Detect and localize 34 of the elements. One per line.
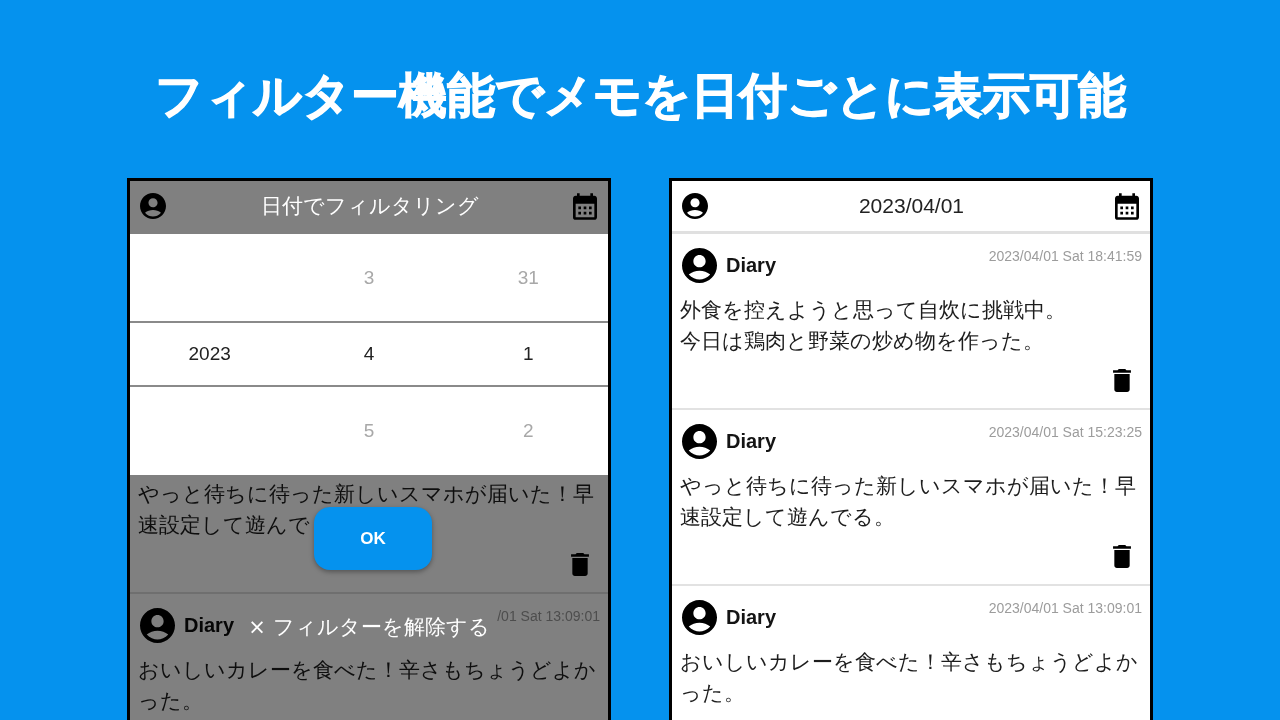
dialog-title: 日付でフィルタリング	[259, 193, 480, 219]
author-name: Diary	[726, 606, 777, 629]
memo-timestamp: 2023/04/01 Sat 13:09:01	[988, 600, 1142, 616]
avatar-icon	[682, 248, 717, 283]
picker-item[interactable]: 31	[517, 266, 539, 289]
author-name: Diary	[726, 254, 777, 277]
picker-item[interactable]: 3	[363, 266, 375, 289]
picker-item[interactable]: 2	[523, 420, 534, 442]
trash-icon[interactable]	[1113, 545, 1131, 568]
memo-text: 速設定して遊んで	[138, 512, 310, 539]
avatar-icon	[682, 600, 717, 635]
ok-button[interactable]: OK	[314, 507, 432, 570]
avatar-icon	[682, 424, 717, 459]
memo-timestamp: 2023/04/01 Sat 18:41:59	[988, 248, 1142, 264]
picker-item[interactable]: 2023	[188, 343, 231, 365]
memo-text: やっと待ちに待った新しいスマホが届いた！早速設定して遊んでる。	[680, 473, 1137, 531]
picker-item[interactable]: 5	[363, 420, 375, 442]
author-name: Diary	[184, 614, 235, 637]
header-date: 2023/04/01	[857, 194, 966, 218]
memo-text: 外食を控えようと思って自炊に挑戦中。	[680, 297, 1066, 324]
avatar-icon	[140, 608, 175, 643]
picker-item[interactable]: 1	[523, 343, 534, 365]
memo-text: おいしいカレーを食べた！辛さもちょうどよかった。	[680, 649, 1139, 707]
calendar-icon[interactable]	[1115, 192, 1139, 220]
memo-text: やっと待ちに待った新しいスマホが届いた！早	[138, 481, 594, 508]
trash-icon[interactable]	[1113, 369, 1131, 392]
author-name: Diary	[726, 430, 777, 453]
memo-text: 今日は鶏肉と野菜の炒め物を作った。	[680, 328, 1044, 355]
clear-filter-link[interactable]: × フィルターを解除する	[248, 615, 490, 639]
headline: フィルター機能でメモを日付ごとに表示可能	[153, 68, 1127, 124]
account-icon[interactable]	[682, 193, 708, 219]
memo-timestamp: 2023/04/01 Sat 15:23:25	[988, 424, 1142, 440]
memo-text: おいしいカレーを食べた！辛さもちょうどよかった。	[138, 657, 597, 715]
picker-item[interactable]: 4	[363, 343, 375, 365]
